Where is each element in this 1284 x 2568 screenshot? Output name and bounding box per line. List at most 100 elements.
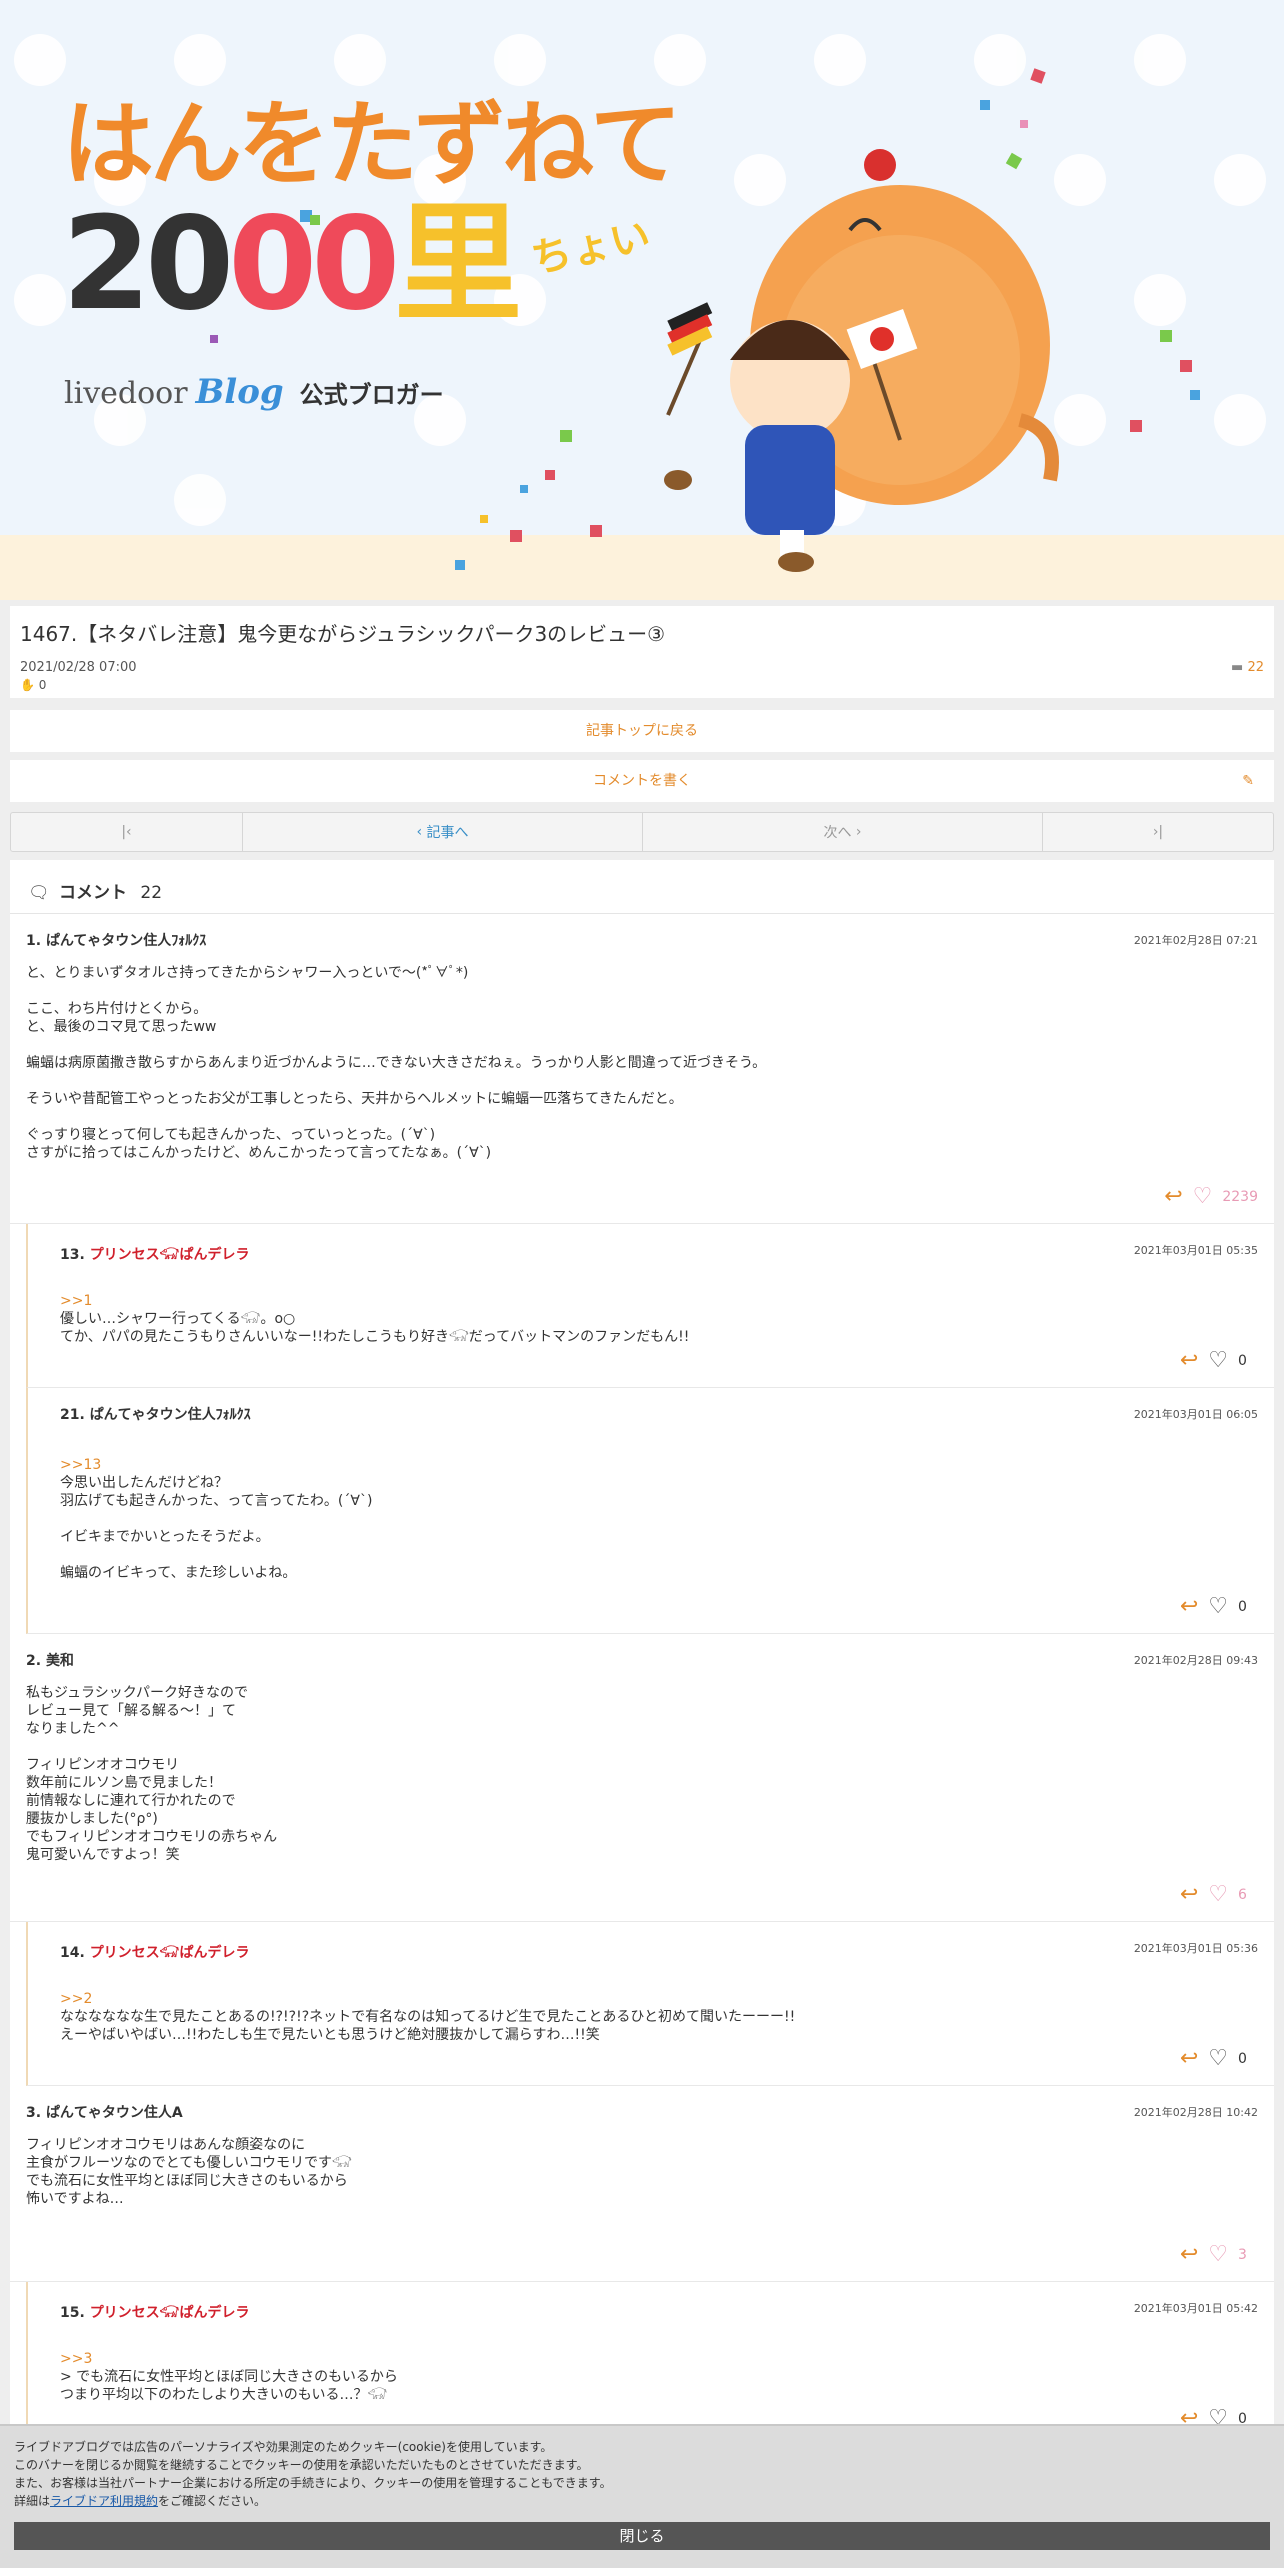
reply-icon[interactable]: ↩	[1180, 2046, 1198, 2071]
write-comment-link[interactable]: コメントを書く ✎	[10, 760, 1274, 802]
comments-section: 🗨 コメント 22 1. ぱんてゃタウン住人ﾌｫﾙｸｽ 2021年02月28日 …	[10, 860, 1274, 2560]
reply-icon[interactable]: ↩	[1164, 1184, 1182, 1209]
cookie-line2: このバナーを閉じるか閲覧を継続することでクッキーの使用を承認いただいたものとさせ…	[14, 2458, 589, 2472]
chevron-right-icon: ›	[851, 824, 862, 840]
comment-body: >>2 なななななな生で見たことあるの!?!?!?ネットで有名なのは知ってるけど…	[60, 1972, 1240, 2062]
comment-author[interactable]: 1. ぱんてゃタウン住人ﾌｫﾙｸｽ	[26, 930, 206, 950]
heart-icon[interactable]: ♡	[1193, 1184, 1213, 1209]
comment-body: >>1 優しい…シャワー行ってくる𓃟。o○ てか、パパの見たこうもりさんいいなー…	[60, 1274, 1240, 1364]
comment-body: と、とりまいずタオルさ持ってきたからシャワー入っといで～(*ﾟ∀ﾟ*) ここ、わ…	[26, 965, 767, 1161]
comment-body: >>13 今思い出したんだけどね？ 羽広げても起きんかった、って言ってたわ。(´…	[60, 1438, 1240, 1600]
comment-text: > でも流石に女性平均とほぼ同じ大きさのもいるから つまり平均以下のわたしより大…	[60, 2369, 398, 2403]
cookie-line4-post: をご確認ください。	[158, 2494, 267, 2508]
prev-article-label: 記事へ	[426, 825, 469, 841]
title-2a: 20	[62, 190, 234, 339]
reply-icon[interactable]: ↩	[1180, 1882, 1198, 1907]
comment-author-name: ぱんてゃタウン住人ﾌｫﾙｸｽ	[45, 933, 207, 949]
reply-icon[interactable]: ↩	[1180, 1348, 1198, 1373]
first-page-button[interactable]: |‹	[11, 813, 243, 851]
heart-icon[interactable]: ♡	[1208, 1882, 1228, 1907]
pencil-icon: ✎	[1242, 773, 1254, 789]
comment-number: 2.	[26, 1653, 42, 1669]
comment-actions: ↩ ♡ 3	[1180, 2242, 1258, 2267]
comment-actions: ↩ ♡ 6	[1180, 1882, 1258, 1907]
cookie-close-button[interactable]: 閉じる	[14, 2522, 1270, 2550]
terms-link[interactable]: ライブドア利用規約	[50, 2494, 158, 2508]
next-label: 次へ	[823, 825, 852, 841]
comment-time: 2021年02月28日 09:43	[1133, 1654, 1258, 1667]
like-count: 3	[1238, 2246, 1247, 2263]
reply-ref-link[interactable]: >>3	[60, 2351, 92, 2367]
like-count: 0	[1238, 2050, 1247, 2067]
pager: |‹ ‹ 記事へ 次へ › ›|	[10, 812, 1274, 852]
article-comment-count[interactable]: ▬ 22	[1231, 660, 1264, 675]
back-to-top-label: 記事トップに戻る	[586, 723, 698, 739]
like-count: 0	[1238, 1598, 1247, 1615]
comment-number: 13.	[60, 1247, 85, 1263]
comment-number: 14.	[60, 1945, 85, 1961]
comment-time: 2021年03月01日 06:05	[1133, 1408, 1258, 1421]
comment-author-name: プリンセス𓃟ぱんデレラ	[89, 1247, 250, 1263]
next-button[interactable]: 次へ ›	[643, 813, 1043, 851]
reply-item: 15. プリンセス𓃟ぱんデレラ 2021年03月01日 05:42 >>3 > …	[26, 2282, 1274, 2442]
comments-label: コメント	[59, 883, 127, 903]
reply-icon[interactable]: ↩	[1180, 2242, 1198, 2267]
comment-item: 1. ぱんてゃタウン住人ﾌｫﾙｸｽ 2021年02月28日 07:21 と、とり…	[10, 914, 1274, 1224]
brand-badge: livedoor Blog 公式ブロガー	[64, 372, 444, 412]
comment-actions: ↩ ♡ 0	[1180, 1594, 1258, 1619]
like-hand-icon: ✋	[20, 678, 35, 692]
write-comment-label: コメントを書く	[593, 773, 691, 789]
last-page-button[interactable]: ›|	[1043, 813, 1273, 851]
comment-number: 21.	[60, 1407, 85, 1423]
reply-ref-link[interactable]: >>2	[60, 1991, 92, 2007]
comment-author[interactable]: 15. プリンセス𓃟ぱんデレラ	[60, 2298, 250, 2322]
comment-author[interactable]: 13. プリンセス𓃟ぱんデレラ	[60, 1240, 250, 1264]
reply-ref-link[interactable]: >>13	[60, 1457, 101, 1473]
brand-livedoor: livedoor	[64, 376, 188, 411]
heart-icon[interactable]: ♡	[1208, 1348, 1228, 1373]
prev-article-button[interactable]: ‹ 記事へ	[243, 813, 643, 851]
comment-time: 2021年03月01日 05:35	[1133, 1244, 1258, 1257]
comment-actions: ↩ ♡ 2239	[1164, 1184, 1258, 1209]
comments-header: 🗨 コメント 22	[10, 860, 1274, 914]
article-title[interactable]: 1467.【ネタバレ注意】鬼今更ながらジュラシックパーク3のレビュー③	[20, 620, 1264, 648]
comment-item: 3. ぱんてゃタウン住人A 2021年02月28日 10:42 フィリピンオオコ…	[10, 2086, 1274, 2282]
comment-time: 2021年02月28日 10:42	[1133, 2106, 1258, 2119]
heart-icon[interactable]: ♡	[1208, 2046, 1228, 2071]
comment-actions: ↩ ♡ 0	[1180, 2046, 1258, 2071]
comment-author[interactable]: 21. ぱんてゃタウン住人ﾌｫﾙｸｽ	[60, 1404, 251, 1424]
comment-number: 1.	[26, 933, 42, 949]
reply-icon[interactable]: ↩	[1180, 1594, 1198, 1619]
back-to-top-link[interactable]: 記事トップに戻る	[10, 710, 1274, 752]
heart-icon[interactable]: ♡	[1208, 1594, 1228, 1619]
comment-text: 優しい…シャワー行ってくる𓃟。o○ てか、パパの見たこうもりさんいいなー!!わた…	[60, 1311, 690, 1345]
article-likes[interactable]: ✋ 0	[20, 678, 46, 692]
title-2b: 00	[228, 190, 400, 339]
comment-author-name: ぱんてゃタウン住人ﾌｫﾙｸｽ	[89, 1407, 251, 1423]
brand-blog: Blog	[195, 372, 284, 412]
comment-author[interactable]: 14. プリンセス𓃟ぱんデレラ	[60, 1938, 250, 1962]
heart-icon[interactable]: ♡	[1208, 2242, 1228, 2267]
comment-author[interactable]: 2. 美和	[26, 1650, 74, 1670]
like-count: 6	[1238, 1886, 1247, 1903]
comment-author-name: ぱんてゃタウン住人A	[45, 2105, 183, 2121]
comment-time: 2021年03月01日 05:36	[1133, 1942, 1258, 1955]
reply-item: 13. プリンセス𓃟ぱんデレラ 2021年03月01日 05:35 >>1 優し…	[26, 1224, 1274, 1388]
comment-author-name: プリンセス𓃟ぱんデレラ	[89, 2305, 250, 2321]
reply-item: 14. プリンセス𓃟ぱんデレラ 2021年03月01日 05:36 >>2 なな…	[26, 1922, 1274, 2086]
like-count: 2239	[1222, 1188, 1258, 1205]
cookie-line4: 詳細はライブドア利用規約をご確認ください。	[14, 2492, 1270, 2510]
last-page-icon: ›|	[1152, 824, 1164, 840]
blog-title[interactable]: はんをたずねて	[62, 70, 682, 203]
comment-body: 私もジュラシックパーク好きなので レビュー見て「解る解る〜！」て なりました^^…	[26, 1685, 278, 1863]
comment-text: なななななな生で見たことあるの!?!?!?ネットで有名なのは知ってるけど生で見た…	[60, 2009, 796, 2043]
comment-author[interactable]: 3. ぱんてゃタウン住人A	[26, 2102, 183, 2122]
comment-number: 3.	[26, 2105, 42, 2121]
cookie-line3: また、お客様は当社パートナー企業における所定の手続きにより、クッキーの使用を管理…	[14, 2476, 612, 2490]
comment-body: >>3 > でも流石に女性平均とほぼ同じ大きさのもいるから つまり平均以下のわた…	[60, 2332, 1240, 2422]
comment-number: 15.	[60, 2305, 85, 2321]
comment-body: フィリピンオオコウモリはあんな顔姿なのに 主食がフルーツなのでとても優しいコウモ…	[26, 2137, 352, 2207]
reply-ref-link[interactable]: >>1	[60, 1293, 92, 1309]
reply-item: 21. ぱんてゃタウン住人ﾌｫﾙｸｽ 2021年03月01日 06:05 >>1…	[26, 1388, 1274, 1634]
blog-header[interactable]: はんをたずねて 2000里 ちょい livedoor Blog 公式ブロガー	[0, 0, 1284, 600]
